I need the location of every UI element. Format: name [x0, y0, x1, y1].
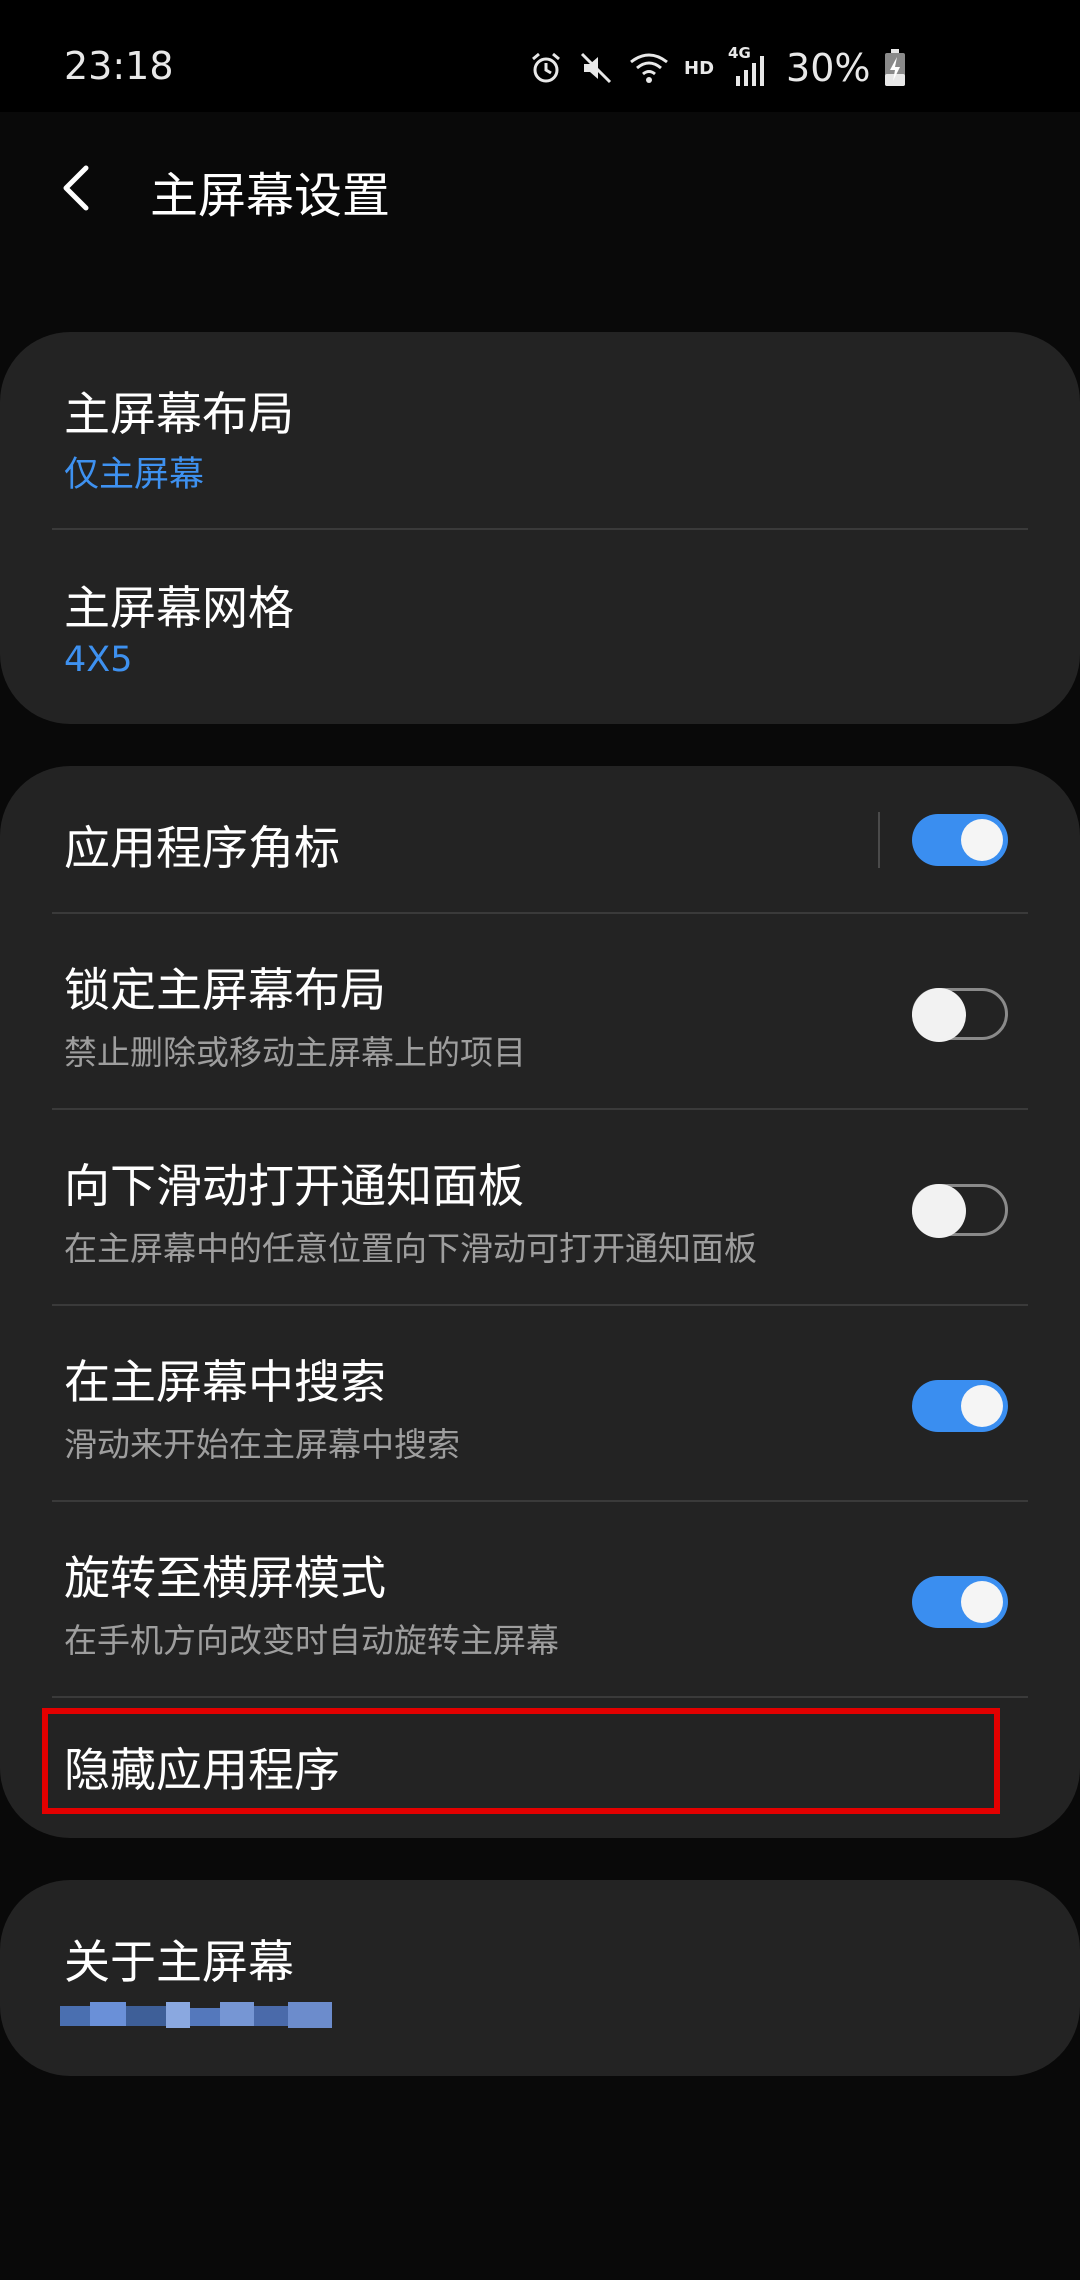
status-time: 23:18 — [64, 44, 174, 88]
toggle-knob — [961, 1581, 1003, 1623]
status-bar: 23:18 HD 4G 30% — [0, 0, 1080, 112]
settings-card-about: 关于主屏幕 — [0, 1880, 1080, 2076]
toggle-knob — [961, 1385, 1003, 1427]
blurred-version-text — [60, 2002, 332, 2028]
swipe-notification-item[interactable]: 向下滑动打开通知面板 在主屏幕中的任意位置向下滑动可打开通知面板 — [0, 1110, 1080, 1304]
separator — [878, 812, 880, 868]
about-home-item[interactable]: 关于主屏幕 — [0, 1880, 1080, 2076]
lock-layout-toggle[interactable] — [912, 988, 1008, 1042]
swipe-notification-desc: 在主屏幕中的任意位置向下滑动可打开通知面板 — [64, 1229, 757, 1268]
status-icons: HD 4G 30% — [528, 44, 906, 90]
battery-percent: 30% — [786, 46, 871, 90]
about-home-title: 关于主屏幕 — [64, 1935, 294, 1989]
page-title: 主屏幕设置 — [150, 168, 391, 224]
signal-label: 4G — [728, 44, 768, 88]
back-arrow-icon — [63, 165, 89, 211]
rotate-landscape-title: 旋转至横屏模式 — [64, 1551, 386, 1605]
highlight-box — [42, 1708, 1000, 1814]
app-badges-title: 应用程序角标 — [64, 821, 340, 875]
home-grid-title: 主屏幕网格 — [64, 581, 294, 635]
settings-card-layout: 主屏幕布局 仅主屏幕 主屏幕网格 4X5 — [0, 332, 1080, 724]
home-grid-value: 4X5 — [64, 640, 133, 680]
rotate-landscape-item[interactable]: 旋转至横屏模式 在手机方向改变时自动旋转主屏幕 — [0, 1502, 1080, 1696]
lock-layout-title: 锁定主屏幕布局 — [64, 963, 386, 1017]
back-button[interactable] — [56, 158, 112, 218]
rotate-landscape-toggle[interactable] — [912, 1576, 1008, 1628]
mute-icon — [580, 52, 612, 84]
hd-label: HD — [684, 57, 715, 79]
home-search-desc: 滑动来开始在主屏幕中搜索 — [64, 1425, 460, 1464]
settings-card-options: 应用程序角标 锁定主屏幕布局 禁止删除或移动主屏幕上的项目 向下滑动打开通知面板… — [0, 766, 1080, 1838]
app-badges-toggle[interactable] — [912, 814, 1008, 866]
home-search-title: 在主屏幕中搜索 — [64, 1355, 386, 1409]
app-header: 主屏幕设置 — [0, 112, 1080, 262]
home-layout-value: 仅主屏幕 — [64, 455, 205, 495]
wifi-icon — [630, 53, 668, 83]
swipe-notification-title: 向下滑动打开通知面板 — [64, 1159, 524, 1213]
home-layout-item[interactable]: 主屏幕布局 仅主屏幕 — [0, 332, 1080, 528]
toggle-knob — [912, 988, 966, 1042]
lock-layout-item[interactable]: 锁定主屏幕布局 禁止删除或移动主屏幕上的项目 — [0, 914, 1080, 1108]
home-grid-item[interactable]: 主屏幕网格 4X5 — [0, 530, 1080, 724]
home-layout-title: 主屏幕布局 — [64, 387, 294, 441]
battery-charging-icon — [885, 49, 906, 86]
rotate-landscape-desc: 在手机方向改变时自动旋转主屏幕 — [64, 1621, 559, 1660]
swipe-notification-toggle[interactable] — [912, 1184, 1008, 1238]
alarm-icon — [532, 52, 560, 83]
app-badges-item[interactable]: 应用程序角标 — [0, 766, 1080, 912]
home-search-toggle[interactable] — [912, 1380, 1008, 1432]
home-search-item[interactable]: 在主屏幕中搜索 滑动来开始在主屏幕中搜索 — [0, 1306, 1080, 1500]
toggle-knob — [912, 1184, 966, 1238]
toggle-knob — [961, 819, 1003, 861]
signal-icon — [736, 56, 765, 86]
lock-layout-desc: 禁止删除或移动主屏幕上的项目 — [64, 1033, 526, 1072]
